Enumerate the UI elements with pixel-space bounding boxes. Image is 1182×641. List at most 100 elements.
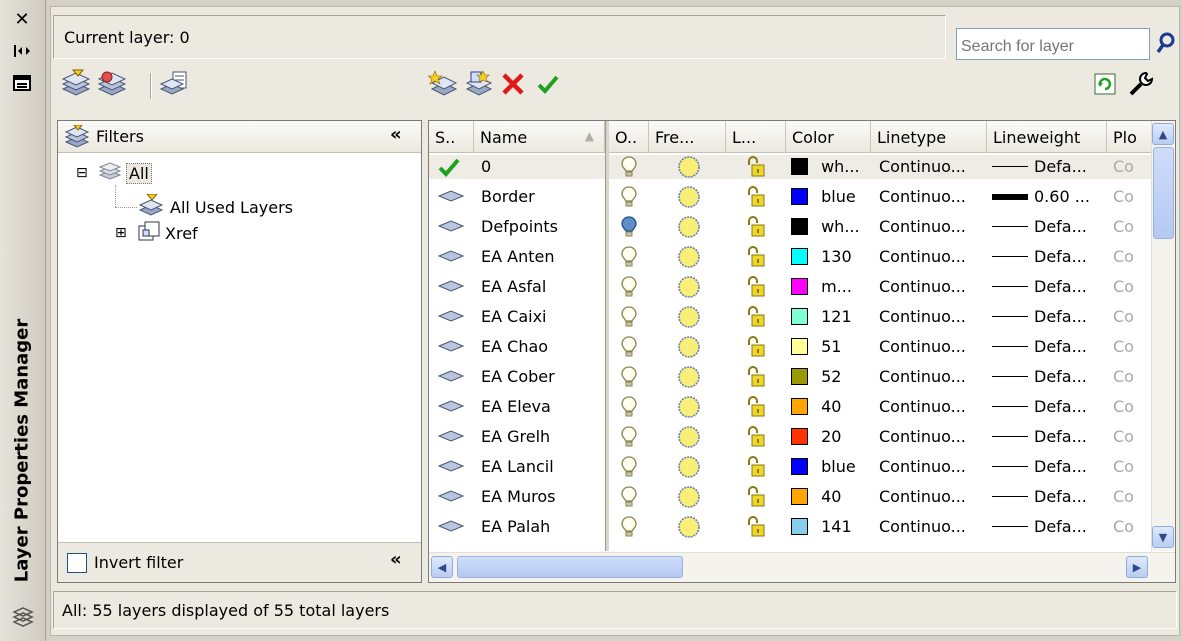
freeze-sun-icon[interactable] — [677, 485, 703, 509]
layer-linetype[interactable]: Continuo... — [879, 395, 985, 419]
tree-node-xref[interactable]: ⊞ Xref — [115, 221, 198, 245]
layer-lineweight[interactable]: Defa... — [992, 245, 1106, 269]
freeze-sun-icon[interactable] — [677, 515, 703, 539]
layer-linetype[interactable]: Continuo... — [879, 185, 985, 209]
vertical-scroll-thumb[interactable] — [1153, 147, 1174, 239]
layer-status-icon[interactable] — [437, 275, 471, 299]
layer-row[interactable]: EA Caixi 121 Continuo... Defa... Co — [429, 305, 1151, 329]
layer-linetype[interactable]: Continuo... — [879, 365, 985, 389]
lock-icon[interactable] — [745, 395, 769, 419]
horizontal-scroll-thumb[interactable] — [457, 556, 683, 578]
lock-icon[interactable] — [745, 305, 769, 329]
layer-plot-style[interactable]: Co — [1113, 335, 1151, 359]
layer-lineweight[interactable]: Defa... — [992, 455, 1106, 479]
layer-lineweight[interactable]: Defa... — [992, 365, 1106, 389]
layer-row[interactable]: 0 wh... Continuo... Defa... Co — [429, 155, 1151, 179]
set-current-icon[interactable] — [533, 69, 563, 99]
freeze-sun-icon[interactable] — [677, 395, 703, 419]
layer-plot-style[interactable]: Co — [1113, 185, 1151, 209]
layer-status-icon[interactable] — [437, 335, 471, 359]
layer-status-icon[interactable] — [437, 185, 471, 209]
layer-name[interactable]: EA Lancil — [481, 455, 603, 479]
layer-plot-style[interactable]: Co — [1113, 245, 1151, 269]
freeze-sun-icon[interactable] — [677, 215, 703, 239]
lock-icon[interactable] — [745, 155, 769, 179]
lock-icon[interactable] — [745, 275, 769, 299]
delete-layer-icon[interactable] — [498, 69, 528, 99]
invert-filter-checkbox[interactable] — [67, 553, 87, 573]
layer-status-icon[interactable] — [437, 485, 471, 509]
layer-lineweight[interactable]: Defa... — [992, 485, 1106, 509]
layer-name[interactable]: EA Grelh — [481, 425, 603, 449]
settings-wrench-icon[interactable] — [1126, 69, 1156, 99]
layer-name[interactable]: Defpoints — [481, 215, 603, 239]
collapse-tree-button[interactable]: « — [390, 549, 402, 570]
layer-name[interactable]: EA Asfal — [481, 275, 603, 299]
layer-name[interactable]: EA Caixi — [481, 305, 603, 329]
freeze-sun-icon[interactable] — [677, 335, 703, 359]
freeze-sun-icon[interactable] — [677, 365, 703, 389]
lock-icon[interactable] — [745, 335, 769, 359]
layer-status-icon[interactable] — [437, 455, 471, 479]
on-off-bulb-icon[interactable] — [621, 275, 645, 299]
layer-name[interactable]: EA Palah — [481, 515, 603, 539]
layer-color[interactable]: m... — [791, 275, 867, 299]
layer-color[interactable]: 51 — [791, 335, 867, 359]
freeze-sun-icon[interactable] — [677, 155, 703, 179]
lock-icon[interactable] — [745, 425, 769, 449]
layer-color[interactable]: 141 — [791, 515, 867, 539]
search-icon[interactable] — [1155, 31, 1177, 55]
layer-plot-style[interactable]: Co — [1113, 155, 1151, 179]
layer-linetype[interactable]: Continuo... — [879, 275, 985, 299]
layer-color[interactable]: 20 — [791, 425, 867, 449]
layer-plot-style[interactable]: Co — [1113, 395, 1151, 419]
auto-hide-icon[interactable] — [11, 40, 33, 62]
column-linetype[interactable]: Linetype — [871, 121, 987, 153]
layer-row[interactable]: EA Grelh 20 Continuo... Defa... Co — [429, 425, 1151, 449]
layer-color[interactable]: wh... — [791, 155, 867, 179]
layer-row[interactable]: EA Anten 130 Continuo... Defa... Co — [429, 245, 1151, 269]
layer-plot-style[interactable]: Co — [1113, 305, 1151, 329]
layer-status-icon[interactable] — [437, 305, 471, 329]
vertical-scrollbar[interactable]: ▲ ▼ — [1151, 121, 1175, 551]
layer-status-icon[interactable] — [437, 395, 471, 419]
on-off-bulb-icon[interactable] — [621, 515, 645, 539]
layer-color[interactable]: 52 — [791, 365, 867, 389]
layer-lineweight[interactable]: Defa... — [992, 425, 1106, 449]
horizontal-scrollbar[interactable]: ◀ ▶ — [429, 552, 1175, 582]
layer-linetype[interactable]: Continuo... — [879, 245, 985, 269]
layer-plot-style[interactable]: Co — [1113, 455, 1151, 479]
layer-status-icon[interactable] — [437, 245, 471, 269]
on-off-bulb-blue-icon[interactable] — [621, 215, 645, 239]
lock-icon[interactable] — [745, 185, 769, 209]
layer-lineweight[interactable]: 0.60 ... — [992, 185, 1106, 209]
layer-status-icon[interactable] — [437, 365, 471, 389]
on-off-bulb-icon[interactable] — [621, 455, 645, 479]
column-name[interactable]: Name ▲ — [474, 121, 605, 153]
on-off-bulb-icon[interactable] — [621, 335, 645, 359]
layer-color[interactable]: 121 — [791, 305, 867, 329]
layer-linetype[interactable]: Continuo... — [879, 155, 985, 179]
column-status[interactable]: S.. — [429, 121, 474, 153]
layer-linetype[interactable]: Continuo... — [879, 455, 985, 479]
on-off-bulb-icon[interactable] — [621, 245, 645, 269]
properties-icon[interactable] — [11, 72, 33, 94]
freeze-sun-icon[interactable] — [677, 185, 703, 209]
layer-row[interactable]: EA Chao 51 Continuo... Defa... Co — [429, 335, 1151, 359]
layer-plot-style[interactable]: Co — [1113, 215, 1151, 239]
on-off-bulb-icon[interactable] — [621, 185, 645, 209]
layer-linetype[interactable]: Continuo... — [879, 515, 985, 539]
layer-lineweight[interactable]: Defa... — [992, 335, 1106, 359]
on-off-bulb-icon[interactable] — [621, 305, 645, 329]
on-off-bulb-icon[interactable] — [621, 365, 645, 389]
layer-color[interactable]: 40 — [791, 395, 867, 419]
search-input[interactable] — [956, 28, 1150, 60]
layer-row[interactable]: EA Palah 141 Continuo... Defa... Co — [429, 515, 1151, 539]
layer-row[interactable]: Border blue Continuo... 0.60 ... Co — [429, 185, 1151, 209]
collapse-filters-button[interactable]: « — [390, 124, 402, 145]
layer-linetype[interactable]: Continuo... — [879, 485, 985, 509]
layer-row[interactable]: EA Lancil blue Continuo... Defa... Co — [429, 455, 1151, 479]
layer-color[interactable]: blue — [791, 185, 867, 209]
freeze-sun-icon[interactable] — [677, 245, 703, 269]
layer-lineweight[interactable]: Defa... — [992, 155, 1106, 179]
